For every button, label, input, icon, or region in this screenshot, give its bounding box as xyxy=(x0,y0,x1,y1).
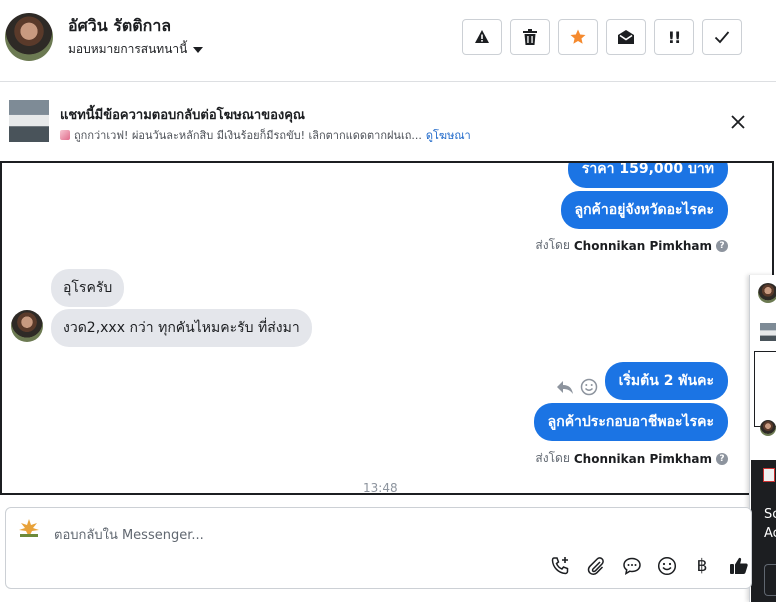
star-icon xyxy=(570,29,586,44)
side-popup-button[interactable] xyxy=(764,564,776,596)
emoji-icon xyxy=(657,556,677,576)
mark-unread-button[interactable] xyxy=(606,19,646,55)
contact-avatar-small[interactable] xyxy=(11,310,43,342)
sent-by-agent: Chonnikan Pimkham xyxy=(573,451,712,466)
sent-by-label: ส่งโดย Chonnikan Pimkham ? xyxy=(535,449,728,468)
side-popup-text: Ac xyxy=(764,526,776,541)
contact-avatar[interactable] xyxy=(5,13,53,61)
ad-banner-title: แชทนี้มีข้อความตอบกลับต่อโฆษณาของคุณ xyxy=(60,108,305,123)
help-icon[interactable]: ? xyxy=(716,452,728,465)
thumbs-up-icon xyxy=(730,557,748,574)
call-add-icon xyxy=(551,557,569,575)
emoji-button[interactable] xyxy=(657,556,677,576)
caret-down-icon xyxy=(193,46,204,53)
message-outgoing[interactable]: ลูกค้าประกอบอาชีพอะไรคะ xyxy=(533,403,728,441)
sent-by-agent: Chonnikan Pimkham xyxy=(573,238,712,253)
conversation-header: อัศวิน รัตติกาล มอบหมายการสนทนานี้ !! xyxy=(0,0,776,82)
message-outgoing[interactable]: ลูกค้าอยู่จังหวัดอะไรคะ xyxy=(560,191,728,229)
check-icon xyxy=(714,31,730,44)
contact-name[interactable]: อัศวิน รัตติกาล xyxy=(68,14,171,39)
message-outgoing[interactable]: ราคา 159,000 บาท xyxy=(567,163,728,188)
side-avatar[interactable] xyxy=(758,283,776,303)
saved-reply-icon xyxy=(623,557,641,576)
close-icon[interactable] xyxy=(729,113,747,131)
like-button[interactable] xyxy=(729,556,749,576)
message-incoming[interactable]: อุโรครับ xyxy=(51,269,125,307)
delete-button[interactable] xyxy=(510,19,550,55)
side-popup-text: Sc xyxy=(764,507,776,522)
mark-done-button[interactable] xyxy=(702,19,742,55)
call-add-button[interactable] xyxy=(550,556,570,576)
reply-composer[interactable]: ตอบกลับใน Messenger... ฿ xyxy=(5,507,752,589)
assign-conversation-dropdown[interactable]: มอบหมายการสนทนานี้ xyxy=(68,40,204,59)
ad-snippet: ถูกกว่าเวฟ! ผ่อนวันละหลักสิบ มีเงินร้อยก… xyxy=(74,129,422,142)
side-avatar[interactable] xyxy=(760,420,776,436)
reply-input[interactable]: ตอบกลับใน Messenger... xyxy=(54,524,204,545)
sent-by-prefix: ส่งโดย xyxy=(535,238,570,252)
view-ad-link[interactable]: ดูโฆษณา xyxy=(426,126,471,144)
react-emoji-icon[interactable] xyxy=(580,378,598,396)
envelope-open-icon xyxy=(618,30,634,44)
assign-label: มอบหมายการสนทนานี้ xyxy=(68,42,188,56)
message-thread[interactable]: ราคา 159,000 บาท ลูกค้าอยู่จังหวัดอะไรคะ… xyxy=(0,161,774,495)
ad-thumbnail[interactable] xyxy=(9,100,49,142)
payment-button[interactable]: ฿ xyxy=(692,556,712,576)
ad-snippet-row: ถูกกว่าเวฟ! ผ่อนวันละหลักสิบ มีเงินร้อยก… xyxy=(60,126,471,144)
side-frame xyxy=(754,351,776,427)
page-logo-icon xyxy=(19,519,39,537)
attach-button[interactable] xyxy=(586,556,606,576)
side-thumbnail[interactable] xyxy=(760,323,776,341)
help-icon[interactable]: ? xyxy=(716,239,728,252)
baht-icon: ฿ xyxy=(696,556,708,576)
sent-by-prefix: ส่งโดย xyxy=(535,451,570,465)
follow-up-icon: !! xyxy=(667,27,682,47)
trash-icon xyxy=(523,29,537,45)
party-icon xyxy=(60,130,70,140)
ad-reply-banner: แชทนี้มีข้อความตอบกลับต่อโฆษณาของคุณ ถูก… xyxy=(0,83,776,161)
saved-reply-button[interactable] xyxy=(622,556,642,576)
mark-spam-button[interactable] xyxy=(462,19,502,55)
message-outgoing[interactable]: เริ่มต้น 2 พันคะ xyxy=(604,362,728,400)
sent-by-label: ส่งโดย Chonnikan Pimkham ? xyxy=(535,236,728,255)
message-incoming[interactable]: งวด2,xxx กว่า ทุกคันไหมคะรับ ที่ส่งมา xyxy=(51,309,312,347)
follow-up-button[interactable]: !! xyxy=(654,19,694,55)
document-icon xyxy=(763,468,775,482)
message-timestamp: 13:48 xyxy=(363,481,398,495)
warning-icon xyxy=(475,30,489,43)
side-dark-popup[interactable]: Sc Ac xyxy=(751,460,776,602)
star-button[interactable] xyxy=(558,19,598,55)
reply-icon[interactable] xyxy=(556,379,574,395)
attachment-icon xyxy=(587,557,604,575)
